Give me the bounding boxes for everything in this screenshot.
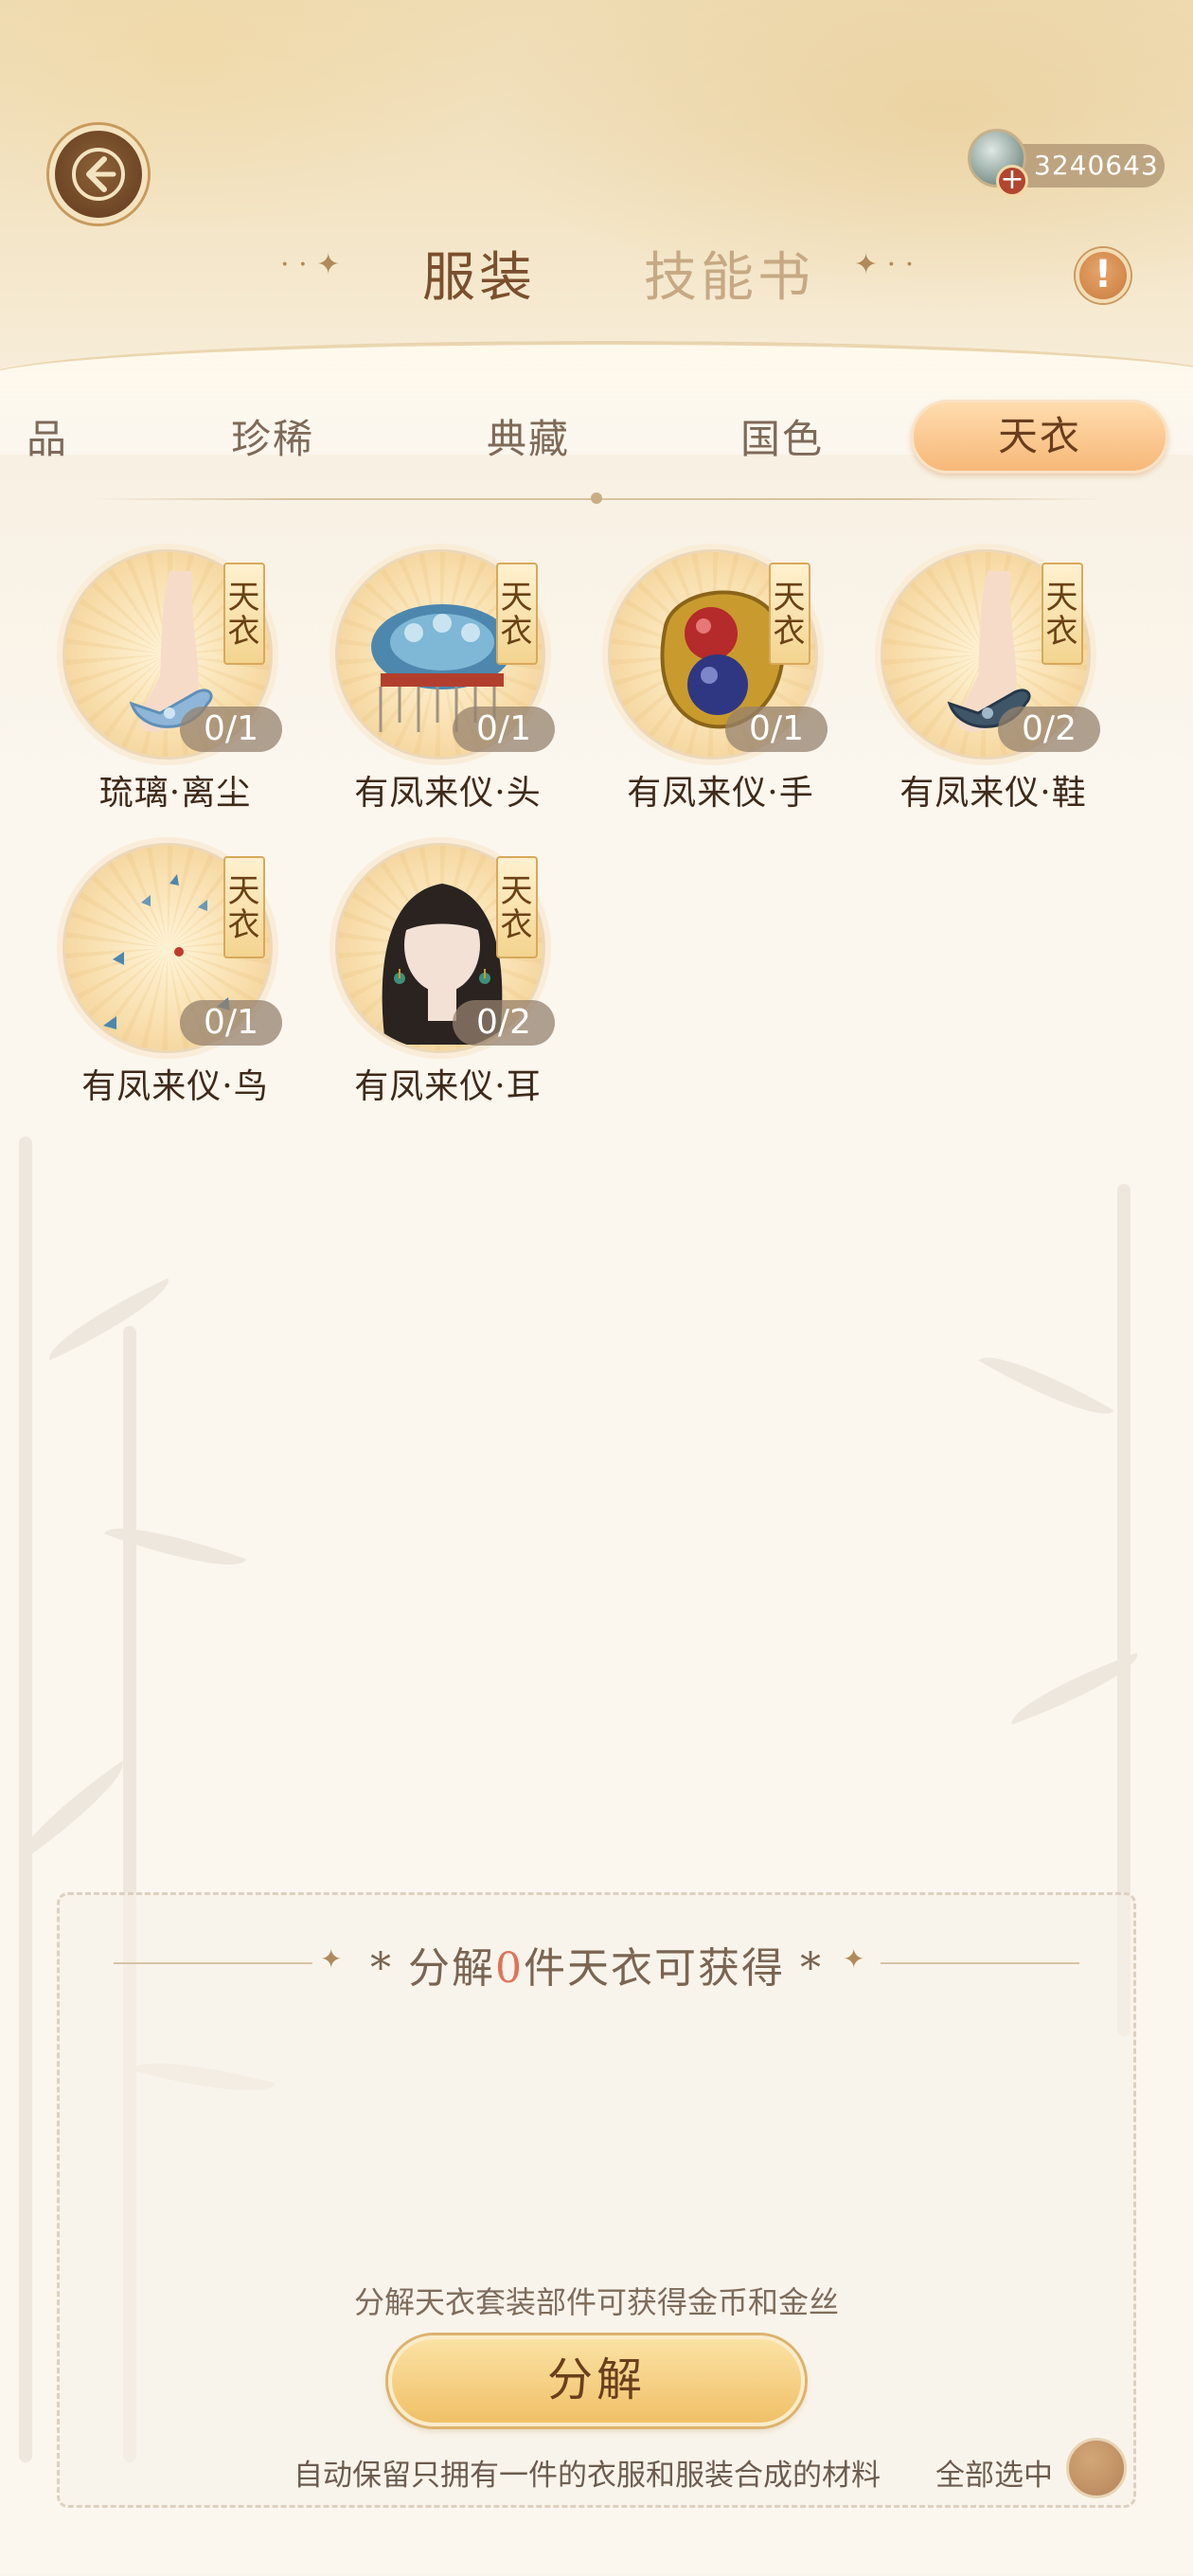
- item-count: 0/1: [453, 707, 555, 752]
- item-count: 0/1: [725, 707, 828, 752]
- item-name: 琉璃·离尘: [98, 774, 252, 813]
- back-button[interactable]: [49, 125, 148, 224]
- info-button[interactable]: !: [1076, 248, 1131, 303]
- subtab-rare[interactable]: 珍稀: [231, 407, 314, 465]
- divider-dot: [591, 492, 602, 504]
- subtab-pin[interactable]: 品: [27, 407, 68, 465]
- item-name: 有凤来仪·鸟: [81, 1067, 269, 1106]
- item-name: 有凤来仪·头: [354, 774, 542, 813]
- title-suffix: 件天衣可获得 *: [524, 1944, 823, 1993]
- item-card[interactable]: 天衣 0/2 有凤来仪·鞋: [856, 549, 1102, 814]
- subtab-collection[interactable]: 典藏: [487, 407, 570, 465]
- item-card[interactable]: 天衣 0/1 有凤来仪·手: [583, 549, 829, 814]
- item-card[interactable]: 天衣 0/1 有凤来仪·鸟: [38, 843, 284, 1108]
- tianyi-badge: 天衣: [222, 856, 265, 958]
- tab-skill-book[interactable]: 技能书: [644, 235, 814, 312]
- plus-icon[interactable]: +: [996, 165, 1028, 197]
- sparkle-right-icon: ✦ · ·: [854, 248, 915, 281]
- sparkle-left-icon: · · ✦: [280, 248, 341, 281]
- tianyi-badge: 天衣: [1040, 563, 1083, 665]
- tianyi-badge: 天衣: [767, 563, 810, 665]
- tianyi-badge: 天衣: [494, 856, 538, 958]
- item-name: 有凤来仪·手: [627, 774, 814, 813]
- item-name: 有凤来仪·耳: [354, 1067, 542, 1106]
- currency-amount: 3240643: [1034, 150, 1159, 181]
- tianyi-badge: 天衣: [494, 563, 538, 665]
- item-card[interactable]: 天衣 0/1 有凤来仪·头: [311, 549, 557, 814]
- item-name: 有凤来仪·鞋: [899, 774, 1087, 813]
- decompose-description: 分解天衣套装部件可获得金币和金丝: [353, 2284, 839, 2320]
- item-card[interactable]: 天衣 0/2 有凤来仪·耳: [311, 843, 557, 1108]
- item-count: 0/2: [998, 707, 1100, 752]
- title-prefix: * 分解: [370, 1944, 495, 1993]
- decompose-button[interactable]: 分解: [388, 2335, 805, 2426]
- item-count: 0/1: [180, 707, 282, 752]
- auto-keep-note: 自动保留只拥有一件的衣服和服装合成的材料: [294, 2459, 881, 2493]
- item-count: 0/1: [180, 1000, 282, 1046]
- currency-display[interactable]: + 3240643: [968, 129, 1165, 197]
- tab-clothing[interactable]: 服装: [422, 235, 536, 312]
- subtab-tianyi[interactable]: 天衣: [911, 400, 1168, 474]
- title-count: 0: [495, 1944, 524, 1993]
- subtab-national[interactable]: 国色: [740, 407, 824, 465]
- item-count: 0/2: [453, 1000, 555, 1046]
- select-all-toggle[interactable]: [1066, 2438, 1127, 2498]
- back-arrow-icon: [72, 148, 125, 201]
- tianyi-badge: 天衣: [222, 563, 265, 665]
- decompose-title: * 分解0件天衣可获得 *: [0, 1934, 1193, 1995]
- select-all-label: 全部选中: [935, 2459, 1053, 2493]
- item-card[interactable]: 天衣 0/1 琉璃·离尘: [38, 549, 284, 814]
